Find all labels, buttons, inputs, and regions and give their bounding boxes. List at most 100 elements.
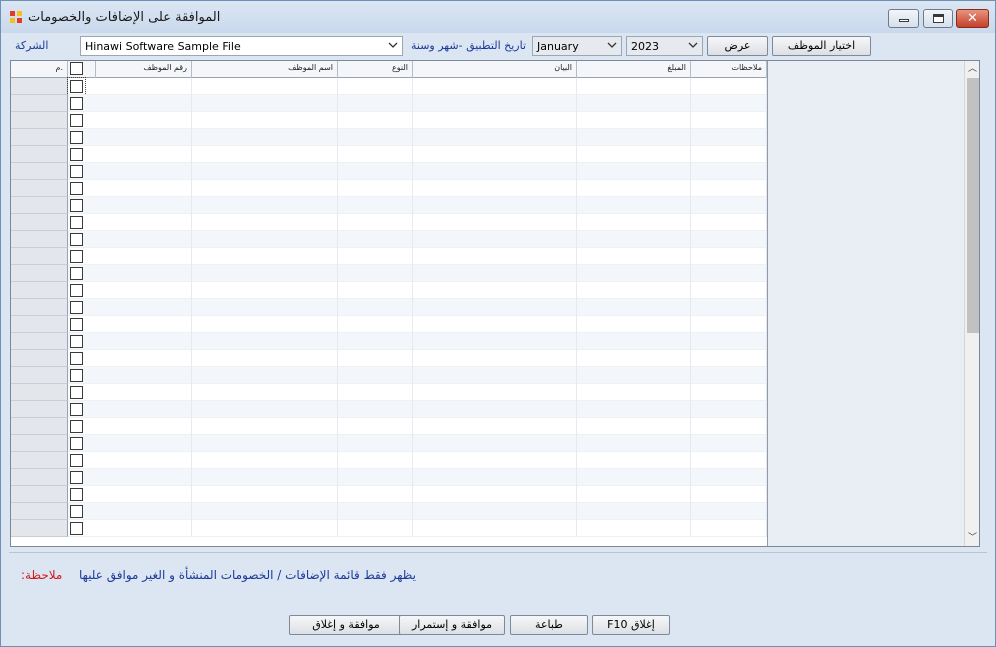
row-checkbox[interactable] — [70, 284, 83, 297]
table-cell[interactable] — [338, 384, 413, 401]
table-cell[interactable] — [192, 265, 338, 282]
table-cell[interactable] — [413, 129, 577, 146]
row-checkbox[interactable] — [70, 471, 83, 484]
table-cell[interactable] — [192, 316, 338, 333]
table-cell[interactable] — [96, 265, 192, 282]
table-cell[interactable] — [96, 214, 192, 231]
table-cell[interactable] — [577, 282, 691, 299]
row-header[interactable] — [11, 333, 68, 350]
table-cell[interactable] — [691, 520, 767, 537]
table-cell[interactable] — [192, 180, 338, 197]
print-button[interactable]: طباعة — [510, 615, 588, 635]
table-cell[interactable] — [577, 163, 691, 180]
row-header[interactable] — [11, 350, 68, 367]
row-checkbox[interactable] — [70, 369, 83, 382]
table-cell[interactable] — [338, 350, 413, 367]
row-checkbox[interactable] — [70, 352, 83, 365]
view-button[interactable]: عرض — [707, 36, 768, 56]
table-cell[interactable] — [96, 231, 192, 248]
table-cell[interactable] — [691, 299, 767, 316]
table-row[interactable] — [11, 486, 767, 503]
row-header[interactable] — [11, 282, 68, 299]
table-cell[interactable] — [691, 231, 767, 248]
table-cell[interactable] — [577, 214, 691, 231]
table-cell[interactable] — [338, 503, 413, 520]
row-checkbox[interactable] — [70, 505, 83, 518]
table-cell[interactable] — [691, 129, 767, 146]
table-cell[interactable] — [192, 95, 338, 112]
vertical-scrollbar[interactable]: ︿ ﹀ — [964, 61, 979, 546]
table-cell[interactable] — [192, 282, 338, 299]
table-cell[interactable] — [577, 435, 691, 452]
row-header[interactable] — [11, 401, 68, 418]
table-cell[interactable] — [96, 112, 192, 129]
row-header[interactable] — [11, 299, 68, 316]
row-checkbox[interactable] — [70, 233, 83, 246]
table-cell[interactable] — [577, 78, 691, 95]
table-cell[interactable] — [96, 180, 192, 197]
row-checkbox[interactable] — [70, 301, 83, 314]
row-checkbox[interactable] — [70, 522, 83, 535]
row-header[interactable] — [11, 486, 68, 503]
table-cell[interactable] — [413, 316, 577, 333]
table-cell[interactable] — [691, 282, 767, 299]
table-row[interactable] — [11, 503, 767, 520]
table-cell[interactable] — [413, 350, 577, 367]
table-cell[interactable] — [338, 78, 413, 95]
table-cell[interactable] — [691, 265, 767, 282]
table-cell[interactable] — [192, 146, 338, 163]
table-cell[interactable] — [192, 299, 338, 316]
table-row[interactable] — [11, 146, 767, 163]
row-checkbox[interactable] — [70, 318, 83, 331]
table-row[interactable] — [11, 367, 767, 384]
table-cell[interactable] — [691, 180, 767, 197]
table-row[interactable] — [11, 520, 767, 537]
table-cell[interactable] — [338, 469, 413, 486]
table-row[interactable] — [11, 333, 767, 350]
row-header[interactable] — [11, 129, 68, 146]
table-cell[interactable] — [96, 197, 192, 214]
table-row[interactable] — [11, 77, 767, 96]
scroll-down-icon[interactable]: ﹀ — [965, 530, 979, 546]
table-row[interactable] — [11, 180, 767, 197]
company-select[interactable]: Hinawi Software Sample File — [80, 36, 403, 56]
row-checkbox[interactable] — [70, 199, 83, 212]
month-select[interactable]: January — [532, 36, 622, 56]
column-header-employee-name[interactable]: اسم الموظف — [192, 61, 338, 78]
table-cell[interactable] — [96, 384, 192, 401]
table-cell[interactable] — [691, 486, 767, 503]
table-cell[interactable] — [96, 435, 192, 452]
table-cell[interactable] — [338, 452, 413, 469]
table-cell[interactable] — [691, 401, 767, 418]
table-cell[interactable] — [192, 384, 338, 401]
row-checkbox[interactable] — [70, 437, 83, 450]
row-header[interactable] — [11, 248, 68, 265]
table-cell[interactable] — [338, 435, 413, 452]
table-cell[interactable] — [577, 401, 691, 418]
row-header[interactable] — [11, 469, 68, 486]
table-cell[interactable] — [577, 384, 691, 401]
table-cell[interactable] — [96, 469, 192, 486]
row-header[interactable] — [11, 452, 68, 469]
column-header-employee-number[interactable]: رقم الموظف — [96, 61, 192, 78]
table-cell[interactable] — [577, 95, 691, 112]
row-header[interactable] — [11, 265, 68, 282]
table-cell[interactable] — [338, 520, 413, 537]
maximize-button[interactable] — [923, 9, 953, 28]
table-cell[interactable] — [192, 367, 338, 384]
year-select[interactable]: 2023 — [626, 36, 703, 56]
table-row[interactable] — [11, 112, 767, 129]
table-cell[interactable] — [413, 265, 577, 282]
table-cell[interactable] — [338, 197, 413, 214]
column-header-amount[interactable]: المبلغ — [577, 61, 691, 78]
column-header-select[interactable] — [68, 61, 96, 78]
table-row[interactable] — [11, 231, 767, 248]
row-header[interactable] — [11, 418, 68, 435]
table-cell[interactable] — [338, 401, 413, 418]
table-cell[interactable] — [577, 520, 691, 537]
row-header[interactable] — [11, 367, 68, 384]
table-cell[interactable] — [192, 401, 338, 418]
table-row[interactable] — [11, 248, 767, 265]
table-cell[interactable] — [577, 248, 691, 265]
table-cell[interactable] — [192, 197, 338, 214]
